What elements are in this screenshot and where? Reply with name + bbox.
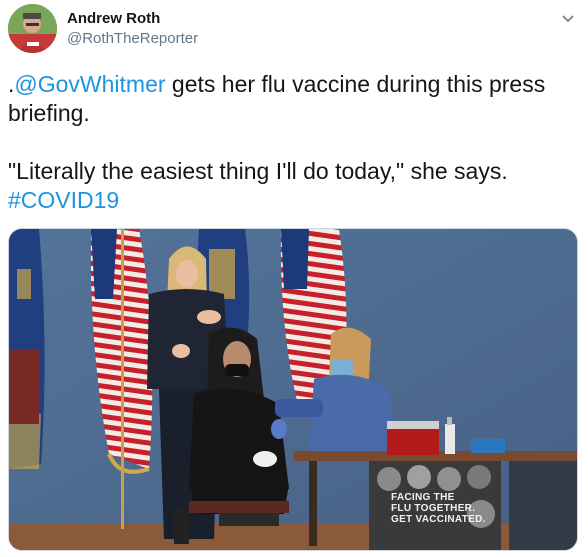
tweet-line-3: "Literally the easiest thing I'll do tod… [8,158,508,184]
mention-link[interactable]: @GovWhitmer [14,71,165,97]
poster-line-3: GET VACCINATED. [391,514,486,525]
tweet-text: .@GovWhitmer gets her flu vaccine during… [8,70,578,215]
poster-caption: FACING THE FLU TOGETHER. GET VACCINATED. [391,492,486,525]
tweet-media-photo[interactable]: FACING THE FLU TOGETHER. GET VACCINATED. [8,228,578,551]
author-handle[interactable]: @RothTheReporter [67,30,198,47]
press-briefing-photo [9,229,577,550]
hashtag-link[interactable]: #COVID19 [8,186,578,215]
author-name[interactable]: Andrew Roth [67,10,160,27]
tweet-card[interactable]: Andrew Roth @RothTheReporter .@GovWhitme… [0,0,588,557]
tweet-line-1: .@GovWhitmer gets her flu vaccine during… [8,70,578,99]
author-avatar[interactable] [8,4,57,53]
tweet-line-2: briefing. [8,100,90,126]
text-rest: gets her flu vaccine during this press [165,71,546,97]
poster-line-1: FACING THE [391,492,455,503]
chevron-down-icon[interactable] [560,10,576,26]
avatar-photo-icon [8,4,57,53]
poster-line-2: FLU TOGETHER. [391,503,476,514]
